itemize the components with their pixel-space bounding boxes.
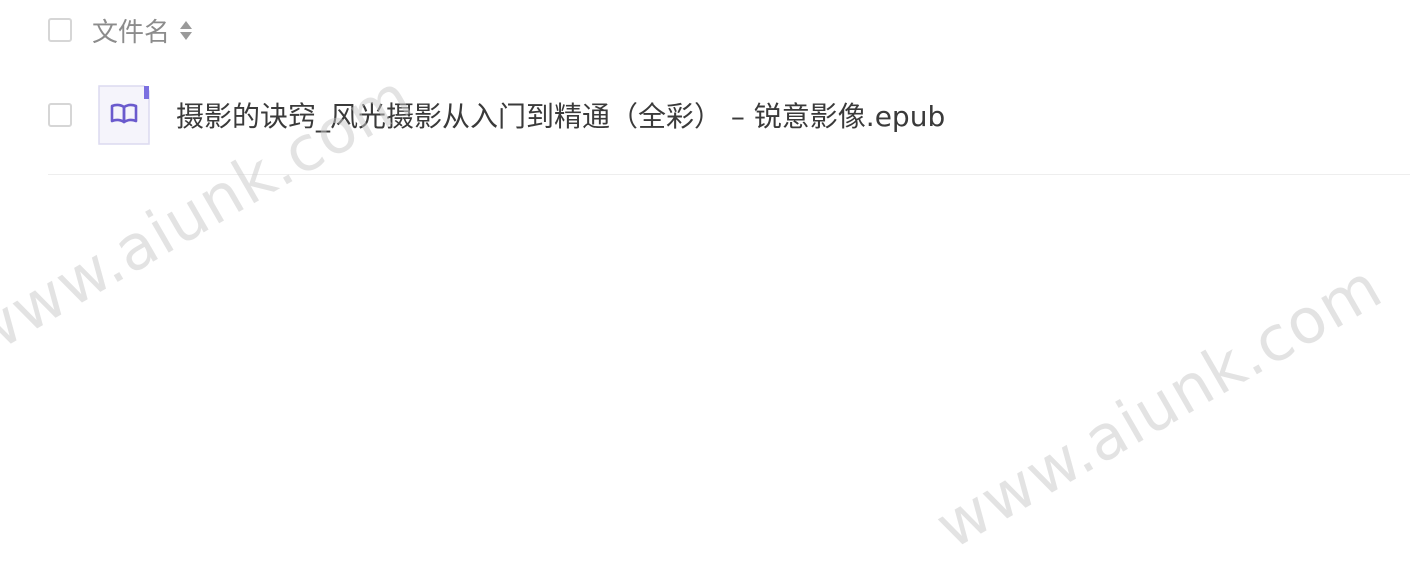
- book-icon: [98, 85, 150, 145]
- file-browser: 文件名 摄影的诀窍_风光摄影从入门到精通（全彩） – 锐意影像.epub www…: [0, 0, 1410, 588]
- epub-file-icon: [98, 85, 150, 145]
- sort-descending-icon: [180, 31, 193, 40]
- file-list-header: 文件名: [48, 0, 1410, 60]
- column-title-filename: 文件名: [92, 17, 171, 48]
- file-name-link[interactable]: 摄影的诀窍_风光摄影从入门到精通（全彩） – 锐意影像.epub: [176, 95, 945, 135]
- file-list: 文件名 摄影的诀窍_风光摄影从入门到精通（全彩） – 锐意影像.epub: [48, 0, 1410, 175]
- sort-icon[interactable]: [180, 20, 193, 40]
- file-row-checkbox[interactable]: [48, 103, 72, 127]
- file-row[interactable]: 摄影的诀窍_风光摄影从入门到精通（全彩） – 锐意影像.epub: [48, 60, 1410, 175]
- sort-ascending-icon: [180, 20, 193, 29]
- sort-by-filename-header[interactable]: 文件名: [92, 12, 193, 49]
- watermark-text: www.aiunk.com: [923, 249, 1394, 563]
- select-all-checkbox[interactable]: [48, 18, 72, 42]
